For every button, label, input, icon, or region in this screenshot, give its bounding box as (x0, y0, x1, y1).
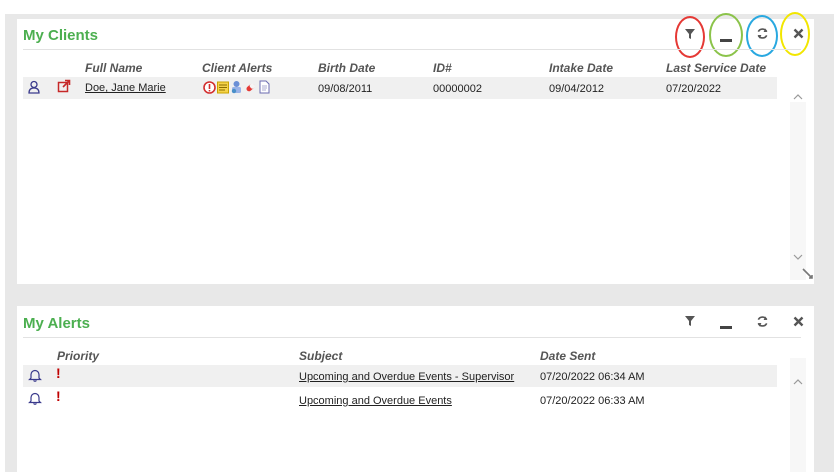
resize-grip-icon[interactable] (801, 267, 815, 281)
client-birth-date: 09/08/2011 (318, 83, 373, 95)
notes-alert-icon[interactable] (217, 81, 229, 94)
alerts-scroll-up[interactable] (790, 376, 806, 388)
filter-icon (685, 29, 695, 39)
close-button[interactable] (786, 21, 810, 45)
close-icon (793, 28, 803, 38)
alert-date-sent: 07/20/2022 06:34 AM (540, 371, 645, 383)
clients-title-divider (23, 49, 801, 50)
priority-high-indicator: ! (56, 388, 61, 404)
bell-icon (28, 369, 42, 382)
minimize-button[interactable] (714, 24, 738, 48)
alerts-minimize-button[interactable] (714, 311, 738, 335)
alert-date-sent: 07/20/2022 06:33 AM (540, 395, 645, 407)
medication-alert-icon[interactable] (244, 81, 257, 94)
col-birth-date[interactable]: Birth Date (318, 61, 375, 75)
open-external-icon[interactable] (57, 79, 71, 93)
col-full-name[interactable]: Full Name (85, 61, 142, 75)
chevron-down-icon (793, 254, 803, 260)
client-full-name[interactable]: Doe, Jane Marie (85, 82, 166, 94)
client-last-service-date: 07/20/2022 (666, 83, 722, 95)
document-alert-icon[interactable] (259, 80, 270, 94)
refresh-icon (757, 315, 767, 327)
user-profile-icon[interactable] (27, 80, 41, 94)
close-icon (793, 316, 803, 326)
client-id: 00000002 (433, 83, 482, 95)
alerts-title-divider (23, 337, 801, 338)
alert-subject[interactable]: Upcoming and Overdue Events - Supervisor (299, 371, 514, 383)
client-intake-date: 09/04/2012 (549, 83, 605, 95)
minimize-icon (720, 39, 732, 42)
priority-high-indicator: ! (56, 365, 61, 381)
col-date-sent[interactable]: Date Sent (540, 349, 595, 363)
clients-scroll-up[interactable] (790, 91, 806, 103)
alert-subject-link[interactable]: Upcoming and Overdue Events - Supervisor (299, 371, 514, 383)
warning-alert-icon[interactable] (203, 81, 216, 94)
refresh-icon (757, 27, 767, 39)
my-clients-panel: My Clients Full Name Client Alerts Birth… (17, 12, 814, 284)
my-alerts-panel: My Alerts Priority Subject Date Sent ! U… (17, 306, 814, 472)
col-subject[interactable]: Subject (299, 349, 342, 363)
medical-alert-icon[interactable] (230, 80, 243, 94)
col-last-service-date[interactable]: Last Service Date (666, 61, 766, 75)
filter-icon (685, 316, 695, 326)
chevron-up-icon (793, 94, 803, 100)
col-intake-date[interactable]: Intake Date (549, 61, 613, 75)
col-client-alerts[interactable]: Client Alerts (202, 61, 272, 75)
col-priority[interactable]: Priority (57, 349, 99, 363)
alerts-filter-button[interactable] (678, 309, 702, 333)
alert-subject[interactable]: Upcoming and Overdue Events (299, 395, 452, 407)
clients-scroll-down[interactable] (790, 251, 806, 263)
my-alerts-title: My Alerts (23, 315, 90, 332)
minimize-icon (720, 326, 732, 329)
chevron-up-icon (793, 379, 803, 385)
alert-subject-link[interactable]: Upcoming and Overdue Events (299, 395, 452, 407)
alerts-close-button[interactable] (786, 309, 810, 333)
alerts-refresh-button[interactable] (750, 309, 774, 333)
refresh-button[interactable] (750, 21, 774, 45)
bell-icon (28, 392, 42, 405)
col-id[interactable]: ID# (433, 61, 452, 75)
filter-button[interactable] (678, 22, 702, 46)
client-full-name-link[interactable]: Doe, Jane Marie (85, 82, 166, 94)
my-clients-title: My Clients (23, 27, 99, 44)
